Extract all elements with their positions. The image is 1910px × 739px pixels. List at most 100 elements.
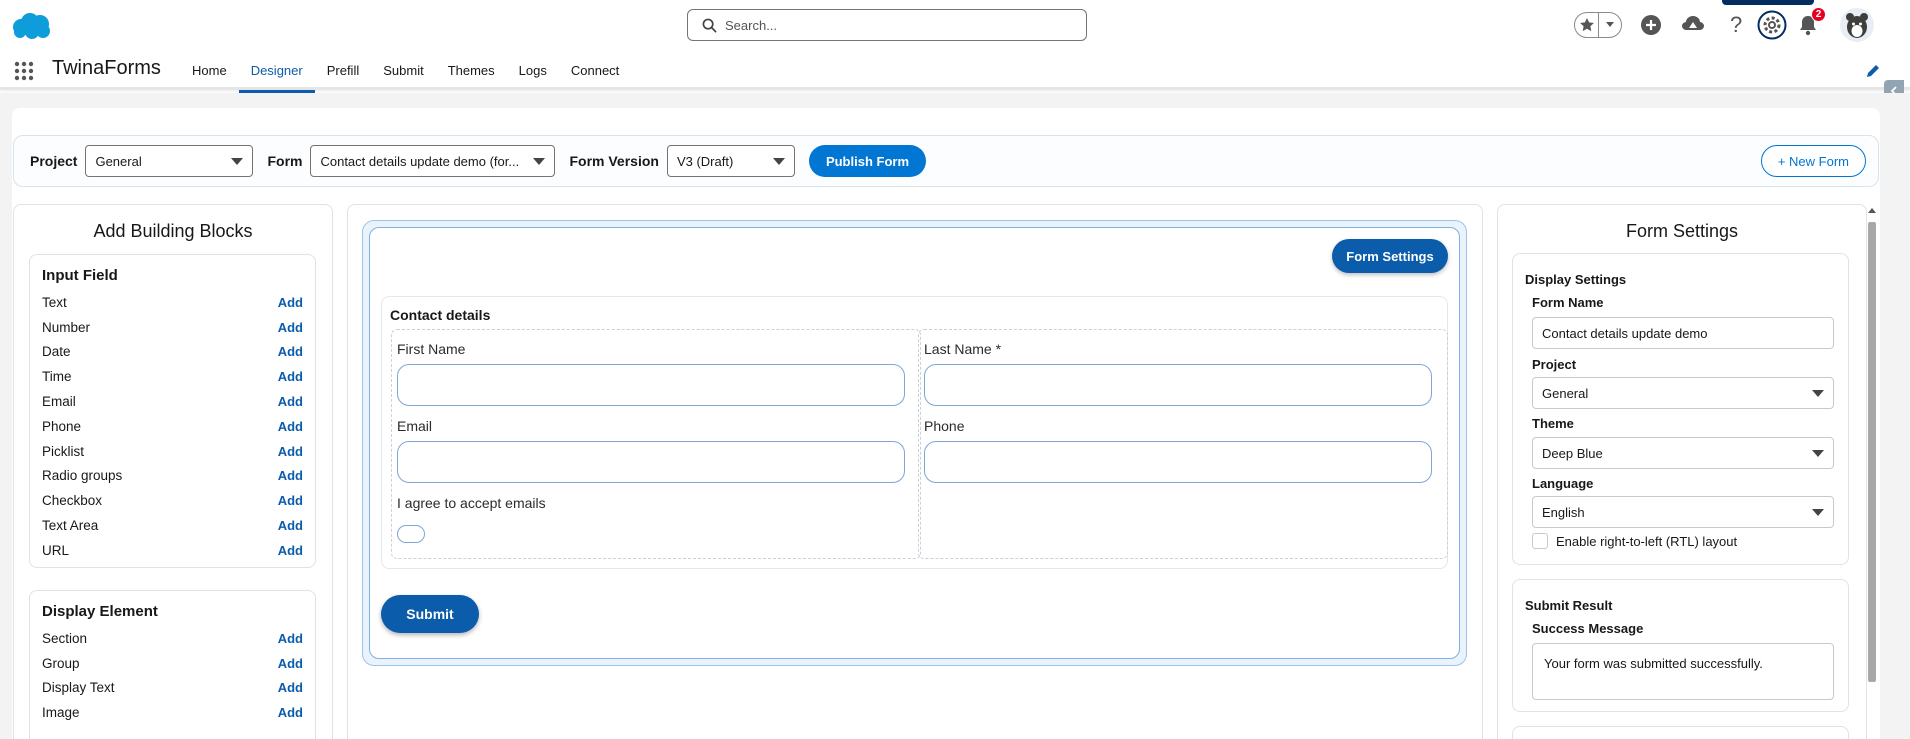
add-text-area-button[interactable]: Add — [278, 518, 303, 533]
display-element-title: Display Element — [42, 603, 158, 620]
block-label: Number — [42, 319, 91, 335]
submit-button[interactable]: Submit — [381, 595, 479, 633]
chevron-down-icon — [772, 158, 785, 165]
user-avatar[interactable] — [1840, 8, 1874, 42]
tab-logs[interactable]: Logs — [507, 50, 559, 90]
chevron-down-icon — [1812, 390, 1824, 397]
add-text-button[interactable]: Add — [278, 295, 303, 310]
submit-result-card: Submit Result Success Message Your form … — [1512, 579, 1849, 712]
agree-emails-toggle[interactable] — [397, 525, 425, 543]
list-item: Radio groups Add — [42, 464, 303, 489]
add-email-button[interactable]: Add — [278, 394, 303, 409]
add-section-button[interactable]: Add — [278, 631, 303, 646]
project-setting-select[interactable]: General — [1532, 377, 1834, 409]
project-setting-value: General — [1542, 385, 1589, 401]
add-group-button[interactable]: Add — [278, 656, 303, 671]
next-settings-card — [1512, 726, 1849, 739]
block-label: Display Text — [42, 680, 115, 696]
block-label: Text Area — [42, 518, 99, 534]
project-label: Project — [30, 153, 78, 169]
tab-designer[interactable]: Designer — [238, 50, 315, 93]
first-name-input[interactable] — [397, 364, 905, 406]
add-checkbox-button[interactable]: Add — [278, 493, 303, 508]
tab-connect[interactable]: Connect — [559, 50, 631, 90]
settings-scrollbar[interactable] — [1866, 205, 1878, 739]
svg-text:?: ? — [1730, 14, 1742, 36]
trailhead-icon[interactable] — [1678, 10, 1708, 40]
building-blocks-panel: Add Building Blocks Input Field Text Add … — [13, 204, 333, 739]
add-picklist-button[interactable]: Add — [278, 444, 303, 459]
language-select[interactable]: English — [1532, 496, 1834, 528]
publish-form-button[interactable]: Publish Form — [808, 145, 926, 177]
add-number-button[interactable]: Add — [278, 320, 303, 335]
tab-home[interactable]: Home — [180, 50, 239, 90]
salesforce-cloud-icon[interactable] — [10, 12, 52, 40]
phone-input[interactable] — [924, 441, 1432, 483]
add-image-button[interactable]: Add — [278, 705, 303, 720]
search-input[interactable] — [725, 17, 1065, 33]
form-version-select[interactable]: V3 (Draft) — [666, 145, 795, 177]
list-item: URL Add — [42, 538, 303, 563]
block-label: Image — [42, 705, 80, 721]
add-date-button[interactable]: Add — [278, 344, 303, 359]
last-name-input[interactable] — [924, 364, 1432, 406]
new-form-button[interactable]: + New Form — [1760, 145, 1866, 177]
scroll-up-icon[interactable] — [1866, 205, 1878, 217]
search-icon — [702, 18, 717, 32]
form-settings-button[interactable]: Form Settings — [1332, 239, 1448, 273]
chevron-down-icon — [533, 158, 546, 165]
success-message-textarea[interactable]: Your form was submitted successfully. — [1532, 643, 1834, 700]
add-display-text-button[interactable]: Add — [278, 680, 303, 695]
add-icon[interactable] — [1636, 10, 1666, 40]
favorites-group[interactable] — [1574, 12, 1622, 38]
add-phone-button[interactable]: Add — [278, 419, 303, 434]
list-item: Time Add — [42, 364, 303, 389]
language-label: Language — [1532, 476, 1594, 491]
block-label: Time — [42, 369, 72, 385]
star-icon[interactable] — [1575, 13, 1599, 37]
scroll-thumb[interactable] — [1868, 222, 1876, 682]
theme-select[interactable]: Deep Blue — [1532, 437, 1834, 469]
tab-themes[interactable]: Themes — [436, 50, 507, 90]
list-item: Image Add — [42, 700, 303, 725]
input-field-card: Input Field Text Add Number Add Date Add Ti… — [29, 254, 316, 568]
form-version-value: V3 (Draft) — [676, 153, 734, 169]
block-label: Phone — [42, 418, 82, 434]
setup-gear-icon[interactable] — [1757, 10, 1787, 40]
block-label: Email — [42, 394, 76, 410]
add-time-button[interactable]: Add — [278, 369, 303, 384]
notifications-bell-icon[interactable]: 2 — [1796, 7, 1826, 40]
form-select[interactable]: Contact details update demo (for... — [310, 145, 556, 177]
chevron-down-icon[interactable] — [1599, 21, 1621, 29]
theme-label: Theme — [1532, 416, 1574, 431]
help-icon[interactable]: ? — [1722, 10, 1752, 40]
list-item: Text Area Add — [42, 513, 303, 538]
list-item: Picklist Add — [42, 439, 303, 464]
designer-toolbar: Project General Form Contact details upd… — [13, 135, 1879, 187]
agree-emails-label: I agree to accept emails — [397, 495, 546, 511]
notification-badge: 2 — [1811, 7, 1826, 22]
tab-submit[interactable]: Submit — [371, 50, 435, 90]
email-input[interactable] — [397, 441, 905, 483]
global-search[interactable] — [687, 9, 1087, 41]
edit-nav-pencil-icon[interactable] — [1865, 63, 1881, 79]
form-label: Form — [267, 153, 303, 169]
display-settings-card: Display Settings Form Name Contact detai… — [1512, 253, 1849, 565]
project-setting-label: Project — [1532, 357, 1577, 372]
project-select[interactable]: General — [85, 145, 254, 177]
nav-tabs: Home Designer Prefill Submit Themes Logs… — [180, 50, 631, 93]
form-name-input[interactable]: Contact details update demo — [1532, 317, 1834, 349]
setup-tooltip — [1722, 0, 1814, 5]
success-message-label: Success Message — [1532, 621, 1644, 636]
block-label: Date — [42, 344, 71, 360]
rtl-checkbox[interactable] — [1532, 533, 1548, 549]
app-launcher-icon[interactable] — [14, 61, 34, 81]
add-radio-groups-button[interactable]: Add — [278, 468, 303, 483]
theme-value: Deep Blue — [1542, 445, 1603, 461]
tab-prefill[interactable]: Prefill — [315, 50, 372, 90]
list-item: Phone Add — [42, 414, 303, 439]
block-label: Group — [42, 655, 80, 671]
list-item: Display Text Add — [42, 676, 303, 701]
list-item: Date Add — [42, 340, 303, 365]
add-url-button[interactable]: Add — [278, 543, 303, 558]
